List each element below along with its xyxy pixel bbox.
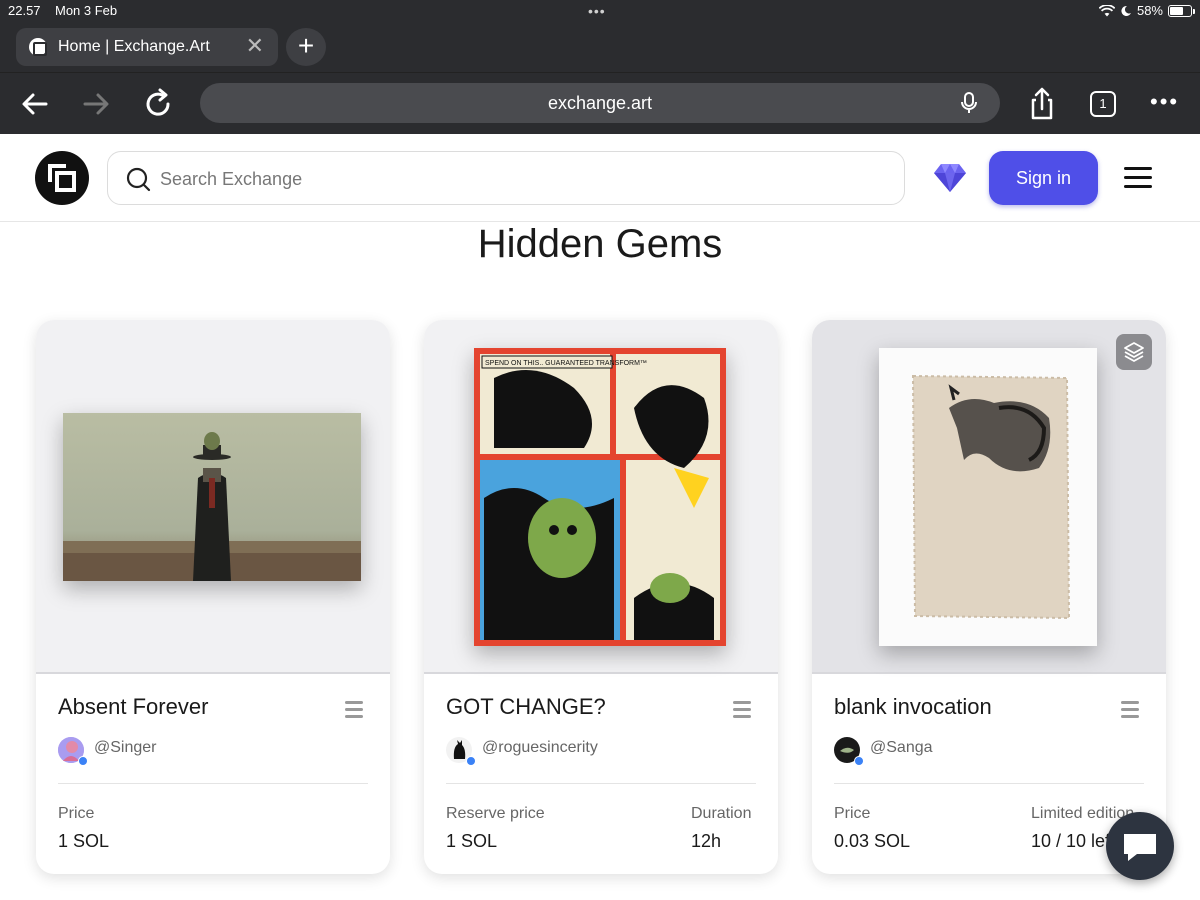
browser-tab[interactable]: Home | Exchange.Art ✕ xyxy=(16,28,278,66)
price-label: Price xyxy=(834,805,871,822)
card-menu-icon[interactable] xyxy=(733,701,751,719)
artwork-card[interactable]: blank invocation @Sanga Price 0.03 SOL L… xyxy=(812,320,1166,874)
section-title: Hidden Gems xyxy=(477,222,723,266)
artwork-title[interactable]: GOT CHANGE? xyxy=(446,694,606,720)
artwork-title[interactable]: Absent Forever xyxy=(58,694,208,720)
avatar[interactable] xyxy=(446,737,476,766)
artwork-title[interactable]: blank invocation xyxy=(834,694,992,720)
artwork-card[interactable]: SPEND ON THIS.. GUARANTEED TRANSFORM™ GO… xyxy=(424,320,778,874)
multitasking-dots-icon[interactable]: ••• xyxy=(588,3,606,19)
tab-count-button[interactable]: 1 xyxy=(1090,91,1116,117)
artwork-image[interactable] xyxy=(879,348,1097,646)
artwork-caption: SPEND ON THIS.. GUARANTEED TRANSFORM™ xyxy=(485,360,647,367)
search-box[interactable] xyxy=(107,151,905,205)
new-tab-button[interactable]: + xyxy=(286,28,326,66)
hamburger-icon[interactable] xyxy=(1124,167,1152,189)
exchange-art-logo[interactable] xyxy=(35,151,89,205)
status-right: 58% xyxy=(1098,3,1195,18)
share-icon[interactable] xyxy=(1025,87,1059,121)
site-header: Sign in xyxy=(0,134,1200,222)
more-options-icon[interactable]: ••• xyxy=(1150,89,1179,115)
stack-icon[interactable] xyxy=(1116,334,1152,370)
verified-badge-icon xyxy=(854,756,864,766)
status-date: Mon 3 Feb xyxy=(55,3,118,18)
artist-handle[interactable]: @roguesincerity xyxy=(482,739,598,757)
verified-badge-icon xyxy=(466,756,476,766)
reload-icon[interactable] xyxy=(141,87,175,121)
favicon-icon xyxy=(29,38,47,56)
avatar[interactable] xyxy=(834,737,864,766)
url-text: exchange.art xyxy=(547,93,653,113)
divider xyxy=(834,783,1144,784)
browser-toolbar: exchange.art 1 ••• xyxy=(0,72,1200,134)
avatar[interactable] xyxy=(58,737,88,766)
mic-icon[interactable] xyxy=(958,91,980,115)
back-icon[interactable] xyxy=(18,87,52,121)
artwork-media[interactable]: SPEND ON THIS.. GUARANTEED TRANSFORM™ xyxy=(424,320,778,674)
battery-icon xyxy=(1168,4,1195,17)
sign-in-button[interactable]: Sign in xyxy=(989,151,1098,205)
layers-icon xyxy=(1124,342,1144,362)
reserve-price-label: Reserve price xyxy=(446,805,545,822)
divider xyxy=(446,783,756,784)
search-icon xyxy=(126,167,151,192)
price-value: 0.03 SOL xyxy=(834,831,911,851)
status-bar: 22.57 Mon 3 Feb ••• 58% xyxy=(0,0,1200,22)
duration-value: 12h xyxy=(691,831,722,851)
card-menu-icon[interactable] xyxy=(345,701,363,719)
artwork-image[interactable] xyxy=(63,413,361,581)
wifi-icon xyxy=(1098,4,1115,16)
battery-percent: 58% xyxy=(1136,3,1163,18)
duration-label: Duration xyxy=(691,805,752,822)
card-menu-icon[interactable] xyxy=(1121,701,1139,719)
address-bar[interactable]: exchange.art xyxy=(200,83,1000,123)
forward-icon[interactable] xyxy=(79,87,113,121)
status-time: 22.57 xyxy=(8,3,41,18)
edition-value: 10 / 10 left xyxy=(1031,831,1116,851)
logo-mark-icon xyxy=(48,164,76,192)
price-label: Price xyxy=(58,805,95,822)
artwork-media[interactable] xyxy=(812,320,1166,674)
price-value: 1 SOL xyxy=(58,831,110,851)
tab-title: Home | Exchange.Art xyxy=(58,38,210,55)
artwork-card[interactable]: Absent Forever @Singer Price 1 SOL xyxy=(36,320,390,874)
artwork-image[interactable]: SPEND ON THIS.. GUARANTEED TRANSFORM™ xyxy=(474,348,726,646)
close-tab-icon[interactable]: ✕ xyxy=(246,34,264,58)
search-input[interactable] xyxy=(160,164,860,194)
artwork-media[interactable] xyxy=(36,320,390,674)
reserve-price-value: 1 SOL xyxy=(446,831,498,851)
verified-badge-icon xyxy=(78,756,88,766)
chat-icon xyxy=(1124,834,1156,861)
chat-button[interactable] xyxy=(1106,812,1174,880)
artist-handle[interactable]: @Singer xyxy=(94,739,157,757)
moon-icon xyxy=(1121,5,1131,16)
gem-icon[interactable] xyxy=(933,162,967,194)
artist-handle[interactable]: @Sanga xyxy=(870,739,933,757)
divider xyxy=(58,783,368,784)
tab-bar: Home | Exchange.Art ✕ + xyxy=(0,22,1200,72)
